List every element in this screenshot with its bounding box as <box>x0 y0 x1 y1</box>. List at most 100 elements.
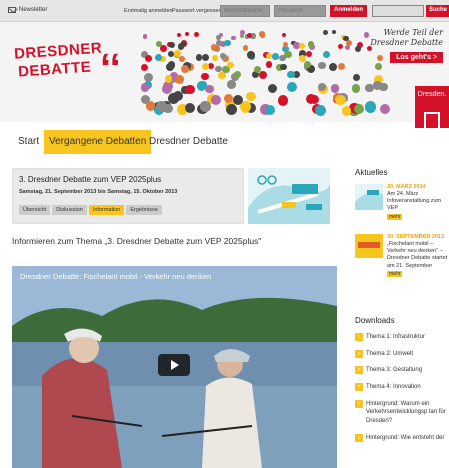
crowd-figure <box>200 101 211 113</box>
search-button[interactable]: Suche <box>426 5 449 17</box>
login-button[interactable]: Anmelden <box>330 5 368 17</box>
traffic-illustration <box>248 168 330 224</box>
crowd-figure <box>375 63 382 70</box>
nav-item-start[interactable]: Start <box>13 130 44 154</box>
news-item[interactable]: 20. MÄRZ 2014 Am 24. März Infoveranstalt… <box>355 184 449 224</box>
crowd-figure <box>307 41 315 48</box>
news-more-link[interactable]: mehr <box>387 270 403 278</box>
forgot-password-link[interactable]: Passwort vergessen? <box>172 8 225 14</box>
crowd-figure <box>161 83 172 94</box>
crowd-figure <box>196 81 206 91</box>
crowd-figure <box>167 92 179 104</box>
crowd-figure <box>323 30 329 36</box>
news-text: 20. MÄRZ 2014 Am 24. März Infoveranstalt… <box>387 184 449 221</box>
crowd-figure <box>267 83 277 93</box>
envelope-icon <box>8 7 16 13</box>
crowd-figure <box>218 72 226 80</box>
news-body: „Fischelant mobil – Verkehr neu denken" … <box>387 241 448 269</box>
download-item[interactable]: › Thema 2: Umwelt <box>355 349 449 359</box>
crowd-figure <box>201 62 210 71</box>
crowd-figure <box>322 50 331 59</box>
tab-diskussion[interactable]: Diskussion <box>52 205 87 215</box>
logo-quote-mark: ‘‘ <box>100 46 121 90</box>
crowd-figure <box>143 34 148 39</box>
sidebar-news-heading-wrap: Aktuelles <box>355 168 449 177</box>
crowd-figure <box>156 100 167 112</box>
tab-uebersicht[interactable]: Übersicht <box>19 205 51 215</box>
news-thumbnail <box>355 234 383 258</box>
crowd-figure <box>314 105 326 117</box>
downloads-section: Downloads › Thema 1: Infrastruktur › Thema… <box>355 316 449 451</box>
download-item[interactable]: › Thema 3: Gestaltung <box>355 366 449 375</box>
crowd-figure <box>343 35 349 41</box>
crowd-figure <box>169 41 176 48</box>
search-input[interactable] <box>372 5 424 17</box>
download-item[interactable]: › Hintergrund: Warum ein Verkehrsentwickl… <box>355 399 449 426</box>
crowd-figure <box>264 104 276 116</box>
newsletter-link[interactable]: Newsletter <box>8 7 47 13</box>
video-player[interactable]: Dresdner Debatte: Fischelant mobil - Ver… <box>12 266 337 468</box>
crowd-illustration <box>140 30 391 118</box>
nav-item-vergangene-debatten[interactable]: Vergangene Debatten <box>44 130 152 154</box>
arrow-right-icon: › <box>355 383 363 392</box>
nav-item-dresdner-debatte[interactable]: Dresdner Debatte <box>144 130 233 154</box>
event-tabs: Übersicht Diskussion Information Ergebni… <box>19 205 162 215</box>
tab-ergebnisse[interactable]: Ergebnisse <box>126 205 162 215</box>
crowd-figure <box>253 65 261 73</box>
crowd-figure <box>194 32 199 38</box>
header-banner: DRESDNER DEBATTE ‘‘ Werde Teil der Dresd… <box>0 22 449 122</box>
crowd-figure <box>224 40 231 47</box>
download-item[interactable]: › Thema 4: Innovation <box>355 383 449 392</box>
news-thumbnail <box>355 184 383 210</box>
crowd-figure <box>216 34 221 40</box>
crowd-figure <box>211 54 218 61</box>
crowd-figure <box>242 45 249 51</box>
crowd-figure <box>298 43 305 49</box>
crowd-figure <box>175 75 184 84</box>
crowd-figure <box>341 105 352 116</box>
main-navigation: Start Vergangene Debatten Dresdner Debat… <box>0 128 449 158</box>
crowd-figure <box>330 84 340 93</box>
download-label: Hintergrund: Wie entsteht der <box>366 434 445 441</box>
password-input[interactable] <box>274 5 326 17</box>
download-label: Thema 2: Umwelt <box>366 350 414 357</box>
play-icon[interactable] <box>158 354 190 376</box>
dresdner-debatte-logo[interactable]: DRESDNER DEBATTE ‘‘ <box>12 40 122 96</box>
username-input[interactable] <box>220 5 270 17</box>
crowd-figure <box>287 70 295 79</box>
crowd-figure <box>145 55 153 63</box>
news-body: Am 24. März Infoveranstaltung zum VEP <box>387 191 442 212</box>
crowd-figure <box>271 52 279 60</box>
news-more-link[interactable]: mehr <box>387 213 403 221</box>
news-heading: Aktuelles <box>355 168 388 177</box>
crowd-figure <box>226 104 238 116</box>
top-bar: Newsletter Erstmalig anmelden Passwort v… <box>0 0 449 22</box>
crowd-figure <box>201 53 209 61</box>
crowd-figure <box>265 61 273 68</box>
arrow-right-icon: › <box>355 399 363 408</box>
crowd-figure <box>155 53 163 61</box>
crowd-figure <box>140 63 149 72</box>
crowd-figure <box>335 94 346 106</box>
crowd-figure <box>185 31 190 36</box>
download-label: Thema 1: Infrastruktur <box>366 334 426 340</box>
crowd-figure <box>211 94 222 105</box>
crowd-figure <box>177 33 182 38</box>
download-item[interactable]: › Hintergrund: Wie entsteht der <box>355 433 449 443</box>
dresden-brand-label: Dresden. <box>417 91 447 98</box>
crowd-figure <box>282 41 288 47</box>
crowd-figure <box>180 41 186 47</box>
news-item[interactable]: 30. SEPTEMBER 2013 „Fischelant mobil – V… <box>355 234 449 298</box>
news-date: 20. MÄRZ 2014 <box>387 184 426 190</box>
video-title: Dresdner Debatte: Fischelant mobil - Ver… <box>20 272 212 281</box>
los-gehts-button[interactable]: Los geht's > <box>390 52 443 63</box>
crowd-figure <box>143 72 153 82</box>
crowd-figure <box>227 61 234 69</box>
tab-information[interactable]: Information <box>88 205 125 215</box>
crowd-figure <box>246 91 256 102</box>
crowd-figure <box>318 61 327 70</box>
event-card: 3. Dresdner Debatte zum VEP 2025plus Sam… <box>12 168 244 224</box>
download-item[interactable]: › Thema 1: Infrastruktur <box>355 333 449 342</box>
crowd-figure <box>184 84 195 95</box>
first-login-link[interactable]: Erstmalig anmelden <box>124 8 173 14</box>
